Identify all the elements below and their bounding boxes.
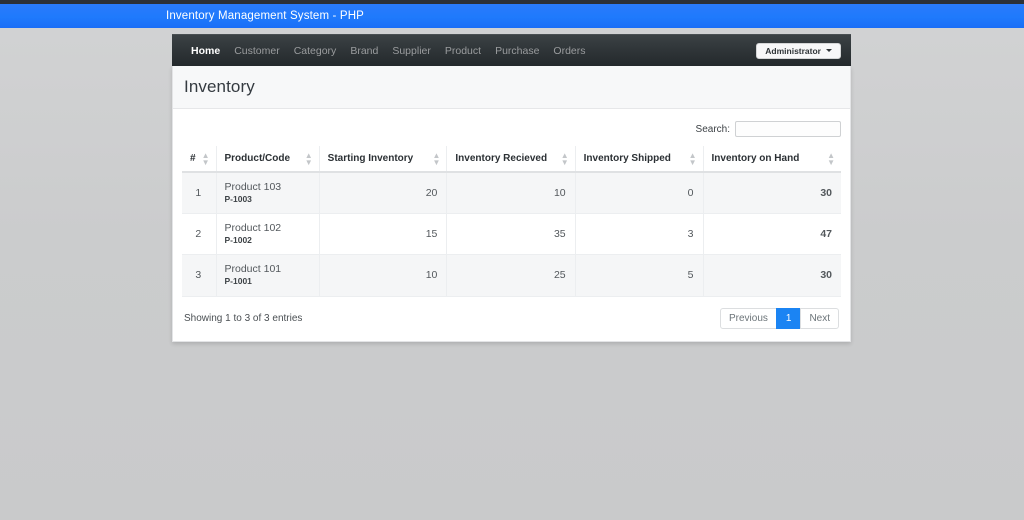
column-header-inventory-shipped-label: Inventory Shipped [584,153,671,164]
nav-item-home[interactable]: Home [184,42,227,60]
cell-inventory-on-hand: 47 [703,214,841,255]
cell-index: 2 [182,214,216,255]
cell-index: 3 [182,255,216,296]
table-body: 1 Product 103 P-1003 20 10 0 30 2 Pro [182,172,841,296]
column-header-inventory-shipped[interactable]: Inventory Shipped ▲▼ [575,146,703,172]
product-code: P-1001 [225,276,310,287]
cell-inventory-shipped: 0 [575,172,703,214]
table-row[interactable]: 1 Product 103 P-1003 20 10 0 30 [182,172,841,214]
nav-item-category[interactable]: Category [287,42,344,60]
chevron-down-icon [826,49,832,52]
product-name: Product 101 [225,263,310,276]
nav-item-orders[interactable]: Orders [546,42,592,60]
table-row[interactable]: 3 Product 101 P-1001 10 25 5 30 [182,255,841,296]
page-title: Inventory [184,77,836,97]
cell-starting-inventory: 10 [319,255,447,296]
column-header-inventory-received[interactable]: Inventory Recieved ▲▼ [447,146,575,172]
column-header-inventory-received-label: Inventory Recieved [455,153,547,164]
cell-inventory-shipped: 3 [575,214,703,255]
column-header-inventory-on-hand-label: Inventory on Hand [712,153,800,164]
product-name: Product 103 [225,181,310,194]
column-header-inventory-on-hand[interactable]: Inventory on Hand ▲▼ [703,146,841,172]
main-navbar: Home Customer Category Brand Supplier Pr… [172,34,851,66]
navbar-items: Home Customer Category Brand Supplier Pr… [184,42,593,60]
cell-inventory-received: 35 [447,214,575,255]
column-header-product-code-label: Product/Code [225,153,291,164]
pagination-page-1-button[interactable]: 1 [776,308,802,329]
pagination-previous-button[interactable]: Previous [720,308,777,329]
search-input[interactable] [735,121,841,137]
search-label: Search: [696,124,730,135]
pagination-next-button[interactable]: Next [800,308,839,329]
cell-inventory-on-hand: 30 [703,172,841,214]
nav-item-purchase[interactable]: Purchase [488,42,546,60]
cell-starting-inventory: 20 [319,172,447,214]
nav-item-brand[interactable]: Brand [343,42,385,60]
column-header-product-code[interactable]: Product/Code ▲▼ [216,146,319,172]
sort-icon: ▲▼ [305,152,313,166]
table-row[interactable]: 2 Product 102 P-1002 15 35 3 47 [182,214,841,255]
user-menu-button[interactable]: Administrator [756,43,841,59]
nav-item-supplier[interactable]: Supplier [385,42,438,60]
window-title: Inventory Management System - PHP [166,10,364,22]
entries-info: Showing 1 to 3 of 3 entries [184,313,302,324]
column-header-index-label: # [190,153,196,164]
page-container: Home Customer Category Brand Supplier Pr… [172,34,851,342]
cell-inventory-received: 10 [447,172,575,214]
column-header-starting-inventory[interactable]: Starting Inventory ▲▼ [319,146,447,172]
cell-product: Product 102 P-1002 [216,214,319,255]
nav-item-customer[interactable]: Customer [227,42,287,60]
product-code: P-1002 [225,235,310,246]
column-header-index[interactable]: # ▲▼ [182,146,216,172]
inventory-card: Inventory Search: # ▲▼ Product/Code [172,66,851,342]
card-body: Search: # ▲▼ Product/Code ▲▼ [173,109,850,341]
sort-icon: ▲▼ [561,152,569,166]
table-footer: Showing 1 to 3 of 3 entries Previous 1 N… [182,297,841,341]
product-name: Product 102 [225,222,310,235]
card-header: Inventory [173,66,850,109]
product-code: P-1003 [225,194,310,205]
sort-icon: ▲▼ [689,152,697,166]
cell-product: Product 103 P-1003 [216,172,319,214]
table-head: # ▲▼ Product/Code ▲▼ Starting Inventory … [182,146,841,172]
user-menu-label: Administrator [765,46,821,56]
search-row: Search: [182,118,841,146]
pagination: Previous 1 Next [720,308,839,329]
table-header-row: # ▲▼ Product/Code ▲▼ Starting Inventory … [182,146,841,172]
window-titlebar: Inventory Management System - PHP [0,4,1024,28]
sort-icon: ▲▼ [432,152,440,166]
cell-starting-inventory: 15 [319,214,447,255]
cell-inventory-shipped: 5 [575,255,703,296]
cell-product: Product 101 P-1001 [216,255,319,296]
cell-index: 1 [182,172,216,214]
cell-inventory-received: 25 [447,255,575,296]
cell-inventory-on-hand: 30 [703,255,841,296]
inventory-table: # ▲▼ Product/Code ▲▼ Starting Inventory … [182,146,841,297]
column-header-starting-inventory-label: Starting Inventory [328,153,414,164]
sort-icon: ▲▼ [202,152,210,166]
nav-item-product[interactable]: Product [438,42,488,60]
sort-icon: ▲▼ [827,152,835,166]
